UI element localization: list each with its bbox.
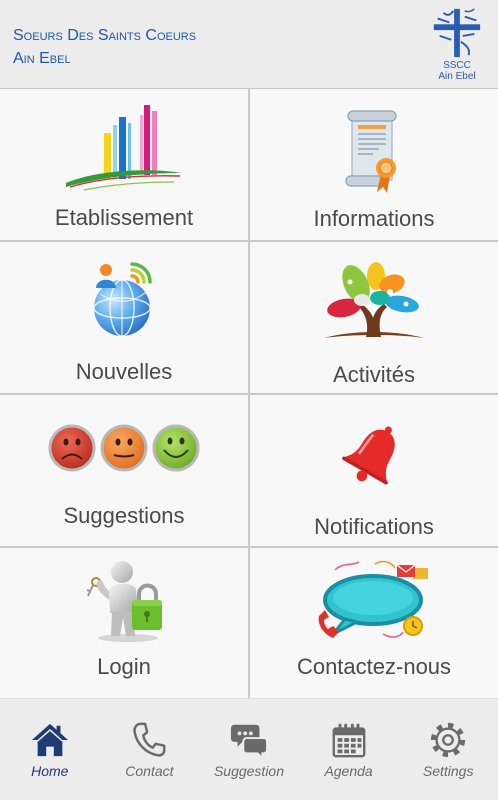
gear-icon (431, 722, 466, 758)
tile-informations[interactable]: Informations (250, 89, 498, 240)
nav-label-settings: Settings (422, 763, 474, 779)
activity-tree-icon (324, 262, 424, 338)
tile-label-contactez-nous: Contactez-nous (296, 654, 452, 679)
logo-text-location: Ain Ebel (438, 71, 476, 82)
news-globe-icon (93, 262, 152, 337)
calendar-icon (332, 723, 365, 758)
header-title-line1: Soeurs Des Saints Coeurs (13, 27, 197, 44)
tile-nouvelles[interactable]: Nouvelles (0, 242, 248, 393)
bell-icon (342, 426, 395, 485)
certificate-scroll-icon (345, 110, 397, 193)
tile-activites[interactable]: Activités (250, 242, 498, 393)
logo-text-sscc: SSCC (443, 60, 471, 71)
school-bars-icon (66, 105, 182, 191)
nav-item-contact[interactable]: Contact (100, 699, 200, 800)
tile-notifications[interactable]: Notifications (250, 395, 498, 546)
home-icon (31, 723, 68, 757)
tile-label-etablissement: Etablissement (54, 205, 194, 230)
bottom-nav: Home Contact Suggestion Agenda Settings (0, 699, 498, 800)
tile-label-nouvelles: Nouvelles (75, 359, 173, 384)
tile-login[interactable]: Login (0, 548, 248, 699)
sscc-cross-logo-icon (433, 8, 481, 58)
app-header: Soeurs Des Saints Coeurs Ain Ebel SSCC A… (0, 0, 498, 88)
nav-item-home[interactable]: Home (0, 699, 100, 800)
nav-label-contact: Contact (125, 763, 174, 779)
tile-label-suggestions: Suggestions (63, 503, 185, 528)
header-title: Soeurs Des Saints Coeurs Ain Ebel (13, 24, 196, 70)
chat-bubbles-icon (230, 724, 268, 759)
tile-label-informations: Informations (313, 206, 435, 231)
nav-label-agenda: Agenda (324, 763, 373, 779)
nav-label-home: Home (31, 763, 69, 779)
header-title-line2: Ain Ebel (13, 50, 71, 67)
menu-grid: Etablissement Informations Nouvelles Act… (0, 88, 498, 699)
nav-item-settings[interactable]: Settings (398, 699, 498, 800)
tile-label-login: Login (97, 654, 151, 679)
tile-etablissement[interactable]: Etablissement (0, 89, 248, 240)
tile-contactez-nous[interactable]: Contactez-nous (250, 548, 498, 699)
sscc-logo: SSCC Ain Ebel (430, 6, 484, 84)
nav-item-suggestion[interactable]: Suggestion (199, 699, 299, 800)
tile-label-activites: Activités (333, 362, 415, 387)
contact-phone-bubble-icon (318, 560, 428, 638)
nav-item-agenda[interactable]: Agenda (299, 699, 399, 800)
tile-label-notifications: Notifications (314, 514, 434, 539)
login-keys-lock-icon (86, 561, 162, 642)
smiley-faces-icon (48, 424, 200, 472)
phone-icon (133, 722, 166, 757)
tile-suggestions[interactable]: Suggestions (0, 395, 248, 546)
nav-label-suggestion: Suggestion (213, 763, 285, 779)
